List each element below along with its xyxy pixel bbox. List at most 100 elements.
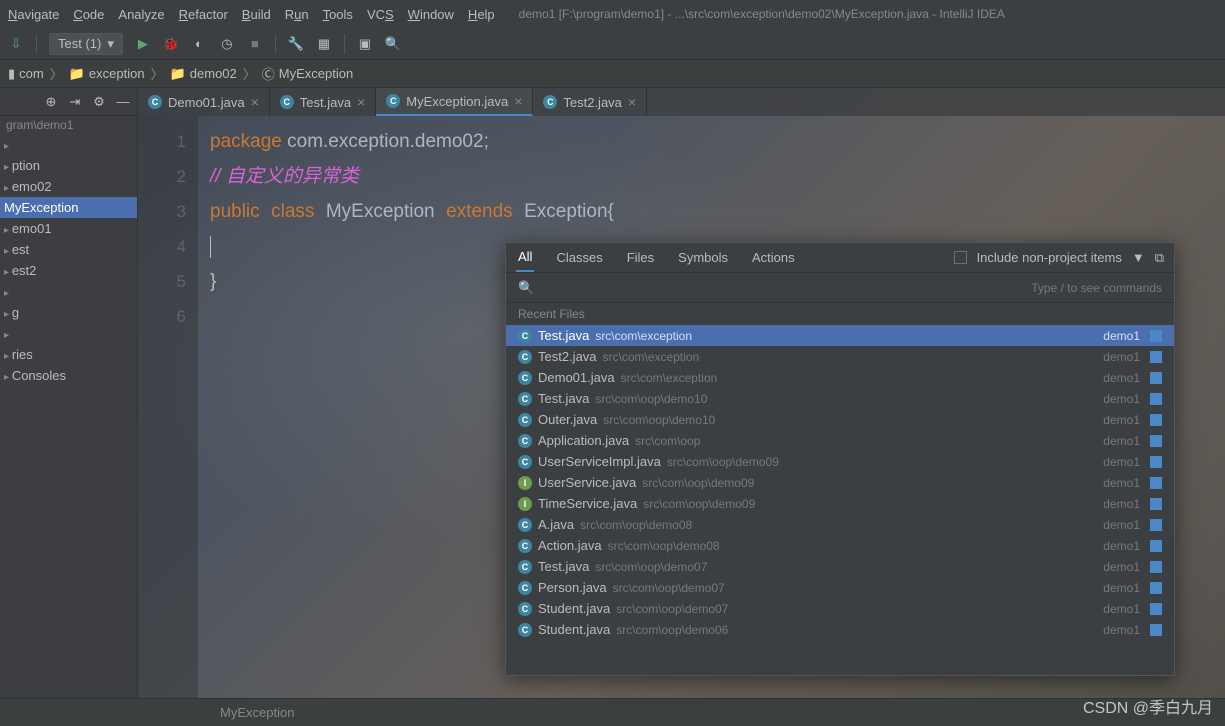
pin-icon[interactable]: ⧉	[1155, 250, 1164, 266]
result-filename: Application.java	[538, 433, 629, 448]
editor-tabs: CDemo01.java×CTest.java×CMyException.jav…	[138, 88, 1225, 116]
bc-com[interactable]: ▮ com	[8, 66, 44, 82]
popup-result-item[interactable]: CStudent.java src\com\oop\demo07demo1	[506, 598, 1174, 619]
tree-item[interactable]: g	[0, 302, 137, 323]
result-path: src\com\oop\demo10	[595, 392, 707, 406]
tab-label: Demo01.java	[168, 95, 245, 110]
popup-tab-files[interactable]: Files	[625, 244, 656, 271]
filter-icon[interactable]: ▼	[1132, 250, 1145, 265]
result-path: src\com\oop\demo07	[595, 560, 707, 574]
menu-run[interactable]: Run	[285, 7, 309, 22]
structure-icon[interactable]: ▦	[316, 36, 332, 52]
file-type-icon: I	[518, 497, 532, 511]
menu-window[interactable]: Window	[408, 7, 454, 22]
popup-result-item[interactable]: CPerson.java src\com\oop\demo07demo1	[506, 577, 1174, 598]
popup-result-item[interactable]: CAction.java src\com\oop\demo08demo1	[506, 535, 1174, 556]
stop-icon[interactable]: ■	[247, 36, 263, 52]
terminal-icon[interactable]: ▣	[357, 36, 373, 52]
module-icon	[1150, 456, 1162, 468]
result-filename: Student.java	[538, 601, 610, 616]
editor-tab[interactable]: CTest.java×	[270, 88, 377, 116]
popup-result-item[interactable]: CA.java src\com\oop\demo08demo1	[506, 514, 1174, 535]
window-title: demo1 [F:\program\demo1] - ...\src\com\e…	[519, 7, 1005, 21]
gear-icon[interactable]: ⚙	[91, 94, 107, 110]
menu-refactor[interactable]: Refactor	[179, 7, 228, 22]
close-icon[interactable]: ×	[514, 93, 522, 109]
debug-icon[interactable]: 🐞	[163, 36, 179, 52]
bc-class[interactable]: Ⓒ MyException	[262, 64, 353, 83]
nonproject-checkbox[interactable]	[954, 251, 967, 264]
popup-result-item[interactable]: COuter.java src\com\oop\demo10demo1	[506, 409, 1174, 430]
result-module: demo1	[1103, 350, 1140, 364]
file-type-icon: C	[518, 455, 532, 469]
profile-icon[interactable]: ◷	[219, 36, 235, 52]
bc-demo02[interactable]: 📁 demo02	[170, 66, 237, 82]
editor-tab[interactable]: CTest2.java×	[533, 88, 647, 116]
tree-item[interactable]: Consoles	[0, 365, 137, 386]
result-module: demo1	[1103, 434, 1140, 448]
popup-result-item[interactable]: CTest2.java src\com\exceptiondemo1	[506, 346, 1174, 367]
titlebar: Navigate Code Analyze Refactor Build Run…	[0, 0, 1225, 28]
popup-tab-actions[interactable]: Actions	[750, 244, 797, 271]
result-module: demo1	[1103, 371, 1140, 385]
module-icon	[1150, 435, 1162, 447]
popup-result-item[interactable]: CApplication.java src\com\oopdemo1	[506, 430, 1174, 451]
run-icon[interactable]: ▶	[135, 36, 151, 52]
tree-item[interactable]: ries	[0, 344, 137, 365]
collapse-icon[interactable]: ⇥	[67, 94, 83, 110]
popup-result-item[interactable]: CTest.java src\com\oop\demo10demo1	[506, 388, 1174, 409]
tree-item[interactable]: emo02	[0, 176, 137, 197]
tree-item[interactable]: est	[0, 239, 137, 260]
popup-tab-all[interactable]: All	[516, 243, 534, 272]
close-icon[interactable]: ×	[251, 94, 259, 110]
tab-label: MyException.java	[406, 94, 508, 109]
popup-result-item[interactable]: CStudent.java src\com\oop\demo06demo1	[506, 619, 1174, 640]
file-type-icon: C	[518, 371, 532, 385]
coverage-icon[interactable]: ◐	[191, 36, 207, 52]
menu-build[interactable]: Build	[242, 7, 271, 22]
bc-exception[interactable]: 📁 exception	[69, 66, 145, 82]
popup-result-item[interactable]: ITimeService.java src\com\oop\demo09demo…	[506, 493, 1174, 514]
close-icon[interactable]: ×	[357, 94, 365, 110]
popup-tab-symbols[interactable]: Symbols	[676, 244, 730, 271]
menu-vcs[interactable]: VCS	[367, 7, 394, 22]
run-config-select[interactable]: Test (1) ▾	[49, 33, 123, 55]
result-module: demo1	[1103, 518, 1140, 532]
tree-item[interactable]: est2	[0, 260, 137, 281]
result-module: demo1	[1103, 476, 1140, 490]
result-filename: Test.java	[538, 391, 589, 406]
module-icon	[1150, 414, 1162, 426]
tree-item[interactable]	[0, 134, 137, 155]
search-icon[interactable]: 🔍	[385, 36, 401, 52]
project-tree[interactable]: ptionemo02MyExceptionemo01estest2 g riesCo…	[0, 134, 137, 386]
target-icon[interactable]: ⊕	[43, 94, 59, 110]
result-path: src\com\exception	[621, 371, 718, 385]
popup-result-item[interactable]: CDemo01.java src\com\exceptiondemo1	[506, 367, 1174, 388]
close-icon[interactable]: ×	[628, 94, 636, 110]
popup-result-item[interactable]: CTest.java src\com\exceptiondemo1	[506, 325, 1174, 346]
menu-analyze[interactable]: Analyze	[118, 7, 164, 22]
tree-item[interactable]: MyException	[0, 197, 137, 218]
tree-item[interactable]: ption	[0, 155, 137, 176]
tree-item[interactable]	[0, 281, 137, 302]
menu-help[interactable]: Help	[468, 7, 495, 22]
menu-tools[interactable]: Tools	[323, 7, 353, 22]
menu-navigate[interactable]: Navigate	[8, 7, 59, 22]
tree-item[interactable]: emo01	[0, 218, 137, 239]
editor-tab[interactable]: CMyException.java×	[376, 88, 533, 116]
popup-search-input[interactable]	[544, 280, 1021, 295]
popup-result-item[interactable]: IUserService.java src\com\oop\demo09demo…	[506, 472, 1174, 493]
popup-tab-classes[interactable]: Classes	[554, 244, 604, 271]
tree-item[interactable]	[0, 323, 137, 344]
menu-code[interactable]: Code	[73, 7, 104, 22]
module-icon	[1150, 582, 1162, 594]
result-filename: UserService.java	[538, 475, 636, 490]
editor-tab[interactable]: CDemo01.java×	[138, 88, 270, 116]
popup-result-item[interactable]: CTest.java src\com\oop\demo07demo1	[506, 556, 1174, 577]
build-icon[interactable]: ⇩	[8, 36, 24, 52]
result-filename: TimeService.java	[538, 496, 637, 511]
result-filename: Test2.java	[538, 349, 597, 364]
wrench-icon[interactable]: 🔧	[288, 36, 304, 52]
hide-icon[interactable]: —	[115, 94, 131, 110]
popup-result-item[interactable]: CUserServiceImpl.java src\com\oop\demo09…	[506, 451, 1174, 472]
